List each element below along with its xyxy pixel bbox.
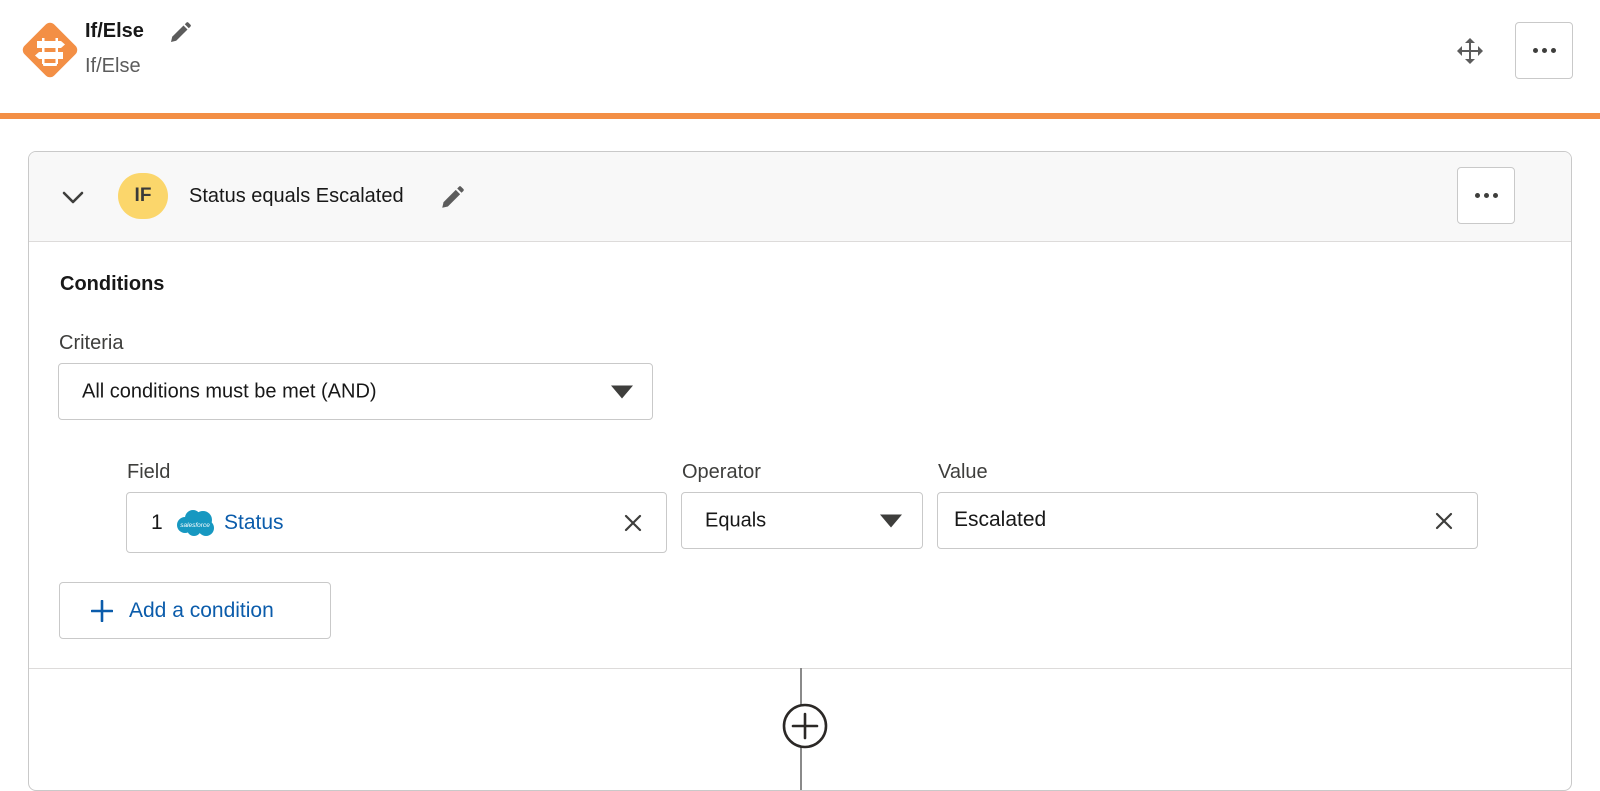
value-input[interactable]: Escalated bbox=[937, 492, 1478, 549]
add-condition-button[interactable]: Add a condition bbox=[59, 582, 331, 639]
caret-down-icon bbox=[611, 385, 633, 398]
operator-value: Equals bbox=[705, 509, 767, 531]
branch-summary: Status equals Escalated bbox=[189, 185, 404, 207]
step-title: If/Else bbox=[85, 20, 144, 42]
branch-menu-button[interactable] bbox=[1457, 167, 1515, 224]
value-label: Value bbox=[938, 461, 988, 483]
pencil-icon[interactable] bbox=[168, 21, 192, 45]
criteria-value: All conditions must be met (AND) bbox=[82, 380, 377, 402]
operator-label: Operator bbox=[682, 461, 761, 483]
step-menu-button[interactable] bbox=[1515, 22, 1573, 79]
header-accent-bar bbox=[0, 113, 1600, 119]
conditions-heading: Conditions bbox=[60, 273, 165, 295]
step-header: If/Else If/Else bbox=[0, 0, 1600, 116]
criteria-select[interactable]: All conditions must be met (AND) bbox=[58, 363, 653, 420]
field-input[interactable]: 1 salesforce Status bbox=[126, 492, 667, 553]
plus-circle-icon[interactable] bbox=[782, 703, 828, 749]
value-text: Escalated bbox=[954, 507, 1047, 531]
branch-signpost-icon bbox=[22, 22, 78, 78]
pencil-icon[interactable] bbox=[439, 185, 465, 211]
move-arrows-icon[interactable] bbox=[1457, 38, 1483, 64]
operator-select[interactable]: Equals bbox=[681, 492, 923, 549]
branch-header: IF Status equals Escalated bbox=[29, 152, 1571, 242]
close-icon[interactable] bbox=[1434, 511, 1454, 531]
more-dots-icon bbox=[1474, 193, 1498, 198]
salesforce-cloud-icon: salesforce bbox=[177, 510, 214, 536]
chevron-down-icon[interactable] bbox=[59, 183, 87, 211]
if-branch-card: IF Status equals Escalated Conditions Cr… bbox=[28, 151, 1572, 791]
if-badge: IF bbox=[118, 173, 168, 219]
caret-down-icon bbox=[880, 514, 902, 527]
criteria-label: Criteria bbox=[59, 332, 124, 354]
condition-index: 1 bbox=[151, 510, 163, 534]
more-dots-icon bbox=[1532, 48, 1556, 53]
add-condition-label: Add a condition bbox=[129, 598, 274, 622]
step-subtitle: If/Else bbox=[85, 55, 141, 77]
plus-icon bbox=[91, 600, 113, 622]
field-label: Field bbox=[127, 461, 171, 483]
svg-text:salesforce: salesforce bbox=[180, 522, 210, 529]
field-value-link[interactable]: Status bbox=[224, 511, 284, 535]
close-icon[interactable] bbox=[623, 513, 643, 533]
